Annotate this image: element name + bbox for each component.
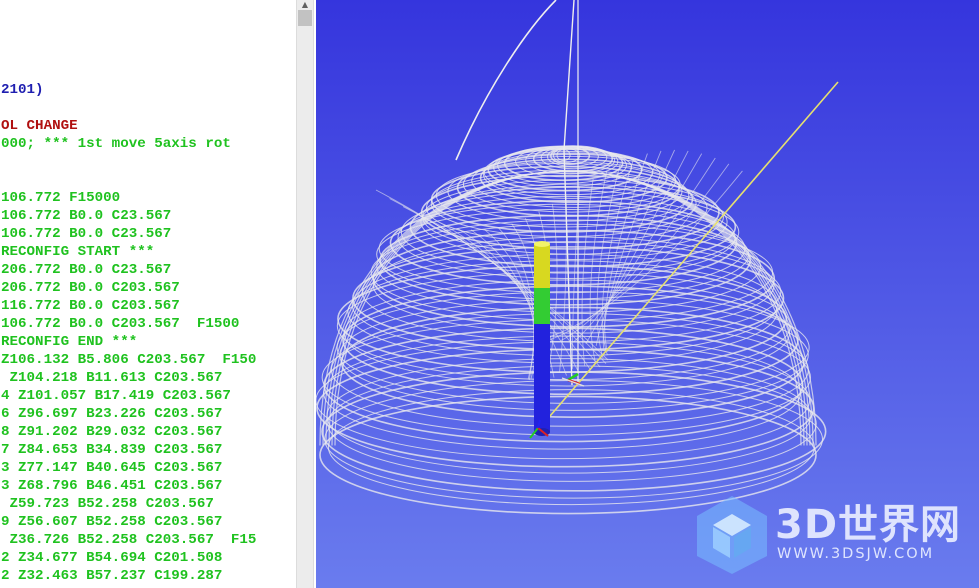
gcode-line[interactable]: 9 Z56.607 B52.258 C203.567	[1, 513, 296, 531]
gcode-line[interactable]: 106.772 B0.0 C203.567 F1500	[1, 315, 296, 333]
scroll-up-arrow-icon[interactable]: ▲	[297, 0, 313, 9]
cutting-tool	[534, 241, 550, 436]
gcode-lines: 2101) OL CHANGE 000; *** 1st move 5axis ro…	[1, 81, 296, 585]
watermark-url: WWW.3DSJW.COM	[777, 546, 935, 562]
scroll-thumb[interactable]	[298, 10, 312, 26]
gcode-line[interactable]	[1, 171, 296, 189]
gcode-line[interactable]: Z59.723 B52.258 C203.567	[1, 495, 296, 513]
gcode-line[interactable]: Z36.726 B52.258 C203.567 F15	[1, 531, 296, 549]
gcode-line[interactable]	[1, 153, 296, 171]
gcode-line[interactable]: OL CHANGE	[1, 117, 296, 135]
gcode-line[interactable]: 6 Z96.697 B23.226 C203.567	[1, 405, 296, 423]
editor-vertical-scrollbar[interactable]: ▲	[296, 0, 314, 588]
gcode-line[interactable]: 106.772 B0.0 C23.567	[1, 207, 296, 225]
gcode-line[interactable]: Z104.218 B11.613 C203.567	[1, 369, 296, 387]
gcode-line[interactable]: 116.772 B0.0 C203.567	[1, 297, 296, 315]
toolpath-approach-line	[455, 0, 557, 161]
gcode-line[interactable]	[1, 99, 296, 117]
gcode-line[interactable]: 2 Z34.677 B54.694 C201.508	[1, 549, 296, 567]
gcode-line[interactable]: 000; *** 1st move 5axis rot	[1, 135, 296, 153]
toolpath-ring	[327, 389, 815, 506]
gcode-line[interactable]: RECONFIG END ***	[1, 333, 296, 351]
watermark: 3D世界网 WWW.3DSJW.COM	[693, 492, 963, 576]
gcode-line[interactable]: 2101)	[1, 81, 296, 99]
toolpath-swirl	[559, 195, 567, 373]
gcode-line[interactable]: 106.772 F15000	[1, 189, 296, 207]
gcode-line[interactable]: 3 Z77.147 B40.645 C203.567	[1, 459, 296, 477]
toolpath-ring	[347, 260, 778, 364]
gcode-line[interactable]: 4 Z101.057 B17.419 C203.567	[1, 387, 296, 405]
gcode-line[interactable]: 7 Z84.653 B34.839 C203.567	[1, 441, 296, 459]
gcode-line[interactable]: 206.772 B0.0 C23.567	[1, 261, 296, 279]
watermark-title: 3D世界网	[775, 502, 962, 548]
toolpath-ring	[323, 335, 801, 450]
gcode-line[interactable]: 106.772 B0.0 C23.567	[1, 225, 296, 243]
gcode-line[interactable]: 2 Z32.463 B57.237 C199.287	[1, 567, 296, 585]
gcode-line[interactable]: RECONFIG START ***	[1, 243, 296, 261]
gcode-line[interactable]: Z106.132 B5.806 C203.567 F150	[1, 351, 296, 369]
gcode-editor[interactable]: 2101) OL CHANGE 000; *** 1st move 5axis ro…	[0, 0, 296, 588]
watermark-cube-logo-icon	[697, 496, 767, 574]
gcode-line[interactable]: 3 Z68.796 B46.451 C203.567	[1, 477, 296, 495]
gcode-line[interactable]: 206.772 B0.0 C203.567	[1, 279, 296, 297]
gcode-line[interactable]: 8 Z91.202 B29.032 C203.567	[1, 423, 296, 441]
